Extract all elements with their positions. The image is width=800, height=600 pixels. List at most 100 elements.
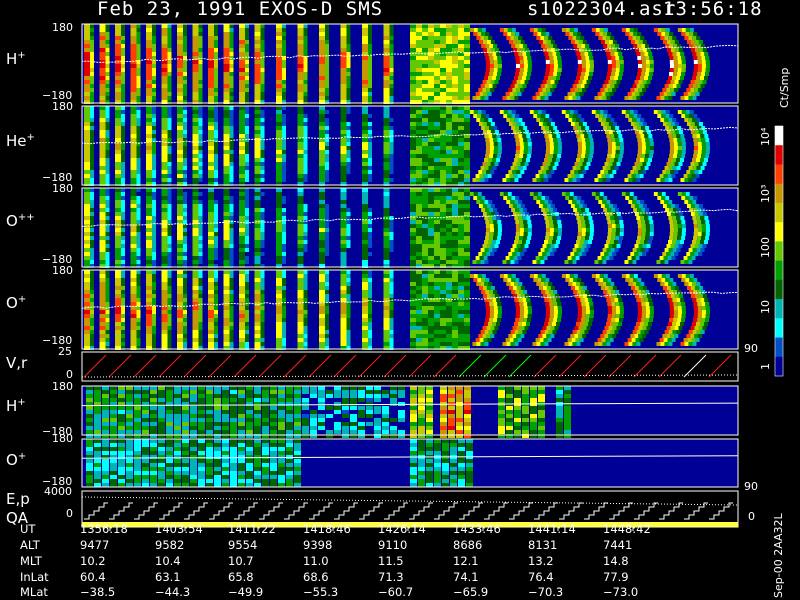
heat-cell bbox=[544, 260, 549, 264]
heat-cell bbox=[677, 142, 682, 146]
heat-cell bbox=[115, 166, 121, 170]
heat-cell bbox=[518, 134, 523, 138]
heat-cell bbox=[677, 192, 682, 196]
heat-cell bbox=[282, 154, 286, 158]
heat-cell bbox=[700, 166, 705, 170]
heat-cell bbox=[325, 32, 329, 36]
heat-cell bbox=[595, 110, 600, 114]
heat-cell bbox=[476, 260, 481, 264]
heat-cell bbox=[546, 40, 551, 44]
heat-cell bbox=[637, 146, 642, 150]
heat-cell bbox=[340, 224, 347, 228]
heat-cell bbox=[177, 330, 183, 334]
heat-cell bbox=[177, 232, 183, 236]
heat-cell bbox=[254, 248, 261, 252]
heat-cell bbox=[679, 76, 684, 80]
heat-cell bbox=[346, 236, 351, 240]
heat-cell bbox=[177, 236, 183, 240]
heat-cell bbox=[701, 56, 706, 60]
heat-cell bbox=[671, 240, 676, 244]
heat-cell bbox=[569, 110, 574, 114]
heat-cell bbox=[422, 236, 428, 240]
heat-cell bbox=[594, 178, 599, 182]
heat-cell bbox=[607, 196, 612, 200]
heat-cell bbox=[574, 162, 579, 166]
heat-cell bbox=[634, 244, 639, 248]
heat-cell bbox=[410, 24, 416, 28]
heat-cell bbox=[146, 114, 152, 118]
heat-cell bbox=[319, 244, 325, 248]
heat-cell bbox=[198, 48, 203, 52]
heat-cell bbox=[297, 48, 304, 52]
heat-cell bbox=[245, 330, 249, 334]
heat-cell bbox=[340, 150, 347, 154]
heat-cell bbox=[688, 166, 693, 170]
heat-cell bbox=[223, 192, 230, 196]
heat-cell bbox=[282, 134, 286, 138]
heat-cell bbox=[254, 274, 261, 278]
heat-cell bbox=[545, 138, 550, 142]
heat-cell bbox=[585, 44, 590, 48]
heat-cell bbox=[146, 228, 152, 232]
heat-cell bbox=[84, 52, 90, 56]
heat-cell bbox=[362, 68, 368, 72]
heat-cell bbox=[99, 130, 106, 134]
heat-cell bbox=[478, 40, 483, 44]
heat-cell bbox=[303, 48, 308, 52]
heat-cell bbox=[297, 28, 304, 32]
heat-cell bbox=[198, 298, 203, 302]
heat-cell bbox=[452, 60, 458, 64]
heat-cell bbox=[519, 154, 524, 158]
heat-cell bbox=[245, 294, 249, 298]
heat-cell bbox=[575, 174, 580, 178]
heat-cell bbox=[167, 134, 172, 138]
heat-cell bbox=[383, 256, 390, 260]
heat-cell bbox=[389, 92, 394, 96]
heat-cell bbox=[625, 110, 630, 114]
heat-cell bbox=[121, 342, 125, 346]
heat-cell bbox=[208, 212, 214, 216]
heat-cell bbox=[84, 298, 90, 302]
heat-cell bbox=[642, 122, 647, 126]
heat-cell bbox=[446, 228, 452, 232]
heat-cell bbox=[254, 290, 261, 294]
heat-cell bbox=[276, 196, 282, 200]
heat-cell bbox=[177, 212, 183, 216]
heat-cell bbox=[198, 60, 203, 64]
heat-cell bbox=[637, 150, 642, 154]
heat-cell bbox=[570, 40, 575, 44]
heat-cell bbox=[121, 170, 125, 174]
heat-cell bbox=[475, 92, 480, 96]
heat-cell bbox=[452, 158, 458, 162]
heat-cell bbox=[276, 36, 282, 40]
heat-cell bbox=[480, 260, 485, 264]
heat-cell bbox=[362, 44, 368, 48]
heat-cell bbox=[422, 40, 428, 44]
heat-cell bbox=[192, 240, 199, 244]
heat-cell bbox=[90, 24, 94, 28]
heat-cell bbox=[628, 200, 633, 204]
heat-cell bbox=[638, 170, 643, 174]
heat-cell bbox=[479, 256, 484, 260]
heat-cell bbox=[544, 134, 549, 138]
heat-cell bbox=[192, 92, 199, 96]
heat-cell bbox=[362, 138, 368, 142]
heat-cell bbox=[507, 114, 512, 118]
heat-cell bbox=[276, 298, 282, 302]
heat-cell bbox=[303, 92, 308, 96]
heat-cell bbox=[639, 92, 644, 96]
heat-cell bbox=[389, 48, 394, 52]
heat-cell bbox=[696, 134, 701, 138]
heat-cell bbox=[223, 196, 230, 200]
heat-cell bbox=[667, 174, 672, 178]
heat-cell bbox=[637, 32, 642, 36]
heat-cell bbox=[198, 232, 203, 236]
heat-cell bbox=[362, 126, 368, 130]
heat-cell bbox=[183, 84, 187, 88]
heat-cell bbox=[239, 52, 245, 56]
heat-cell bbox=[303, 212, 308, 216]
heat-cell bbox=[686, 40, 691, 44]
heat-cell bbox=[604, 244, 609, 248]
heat-cell bbox=[422, 170, 428, 174]
heat-cell bbox=[245, 306, 249, 310]
